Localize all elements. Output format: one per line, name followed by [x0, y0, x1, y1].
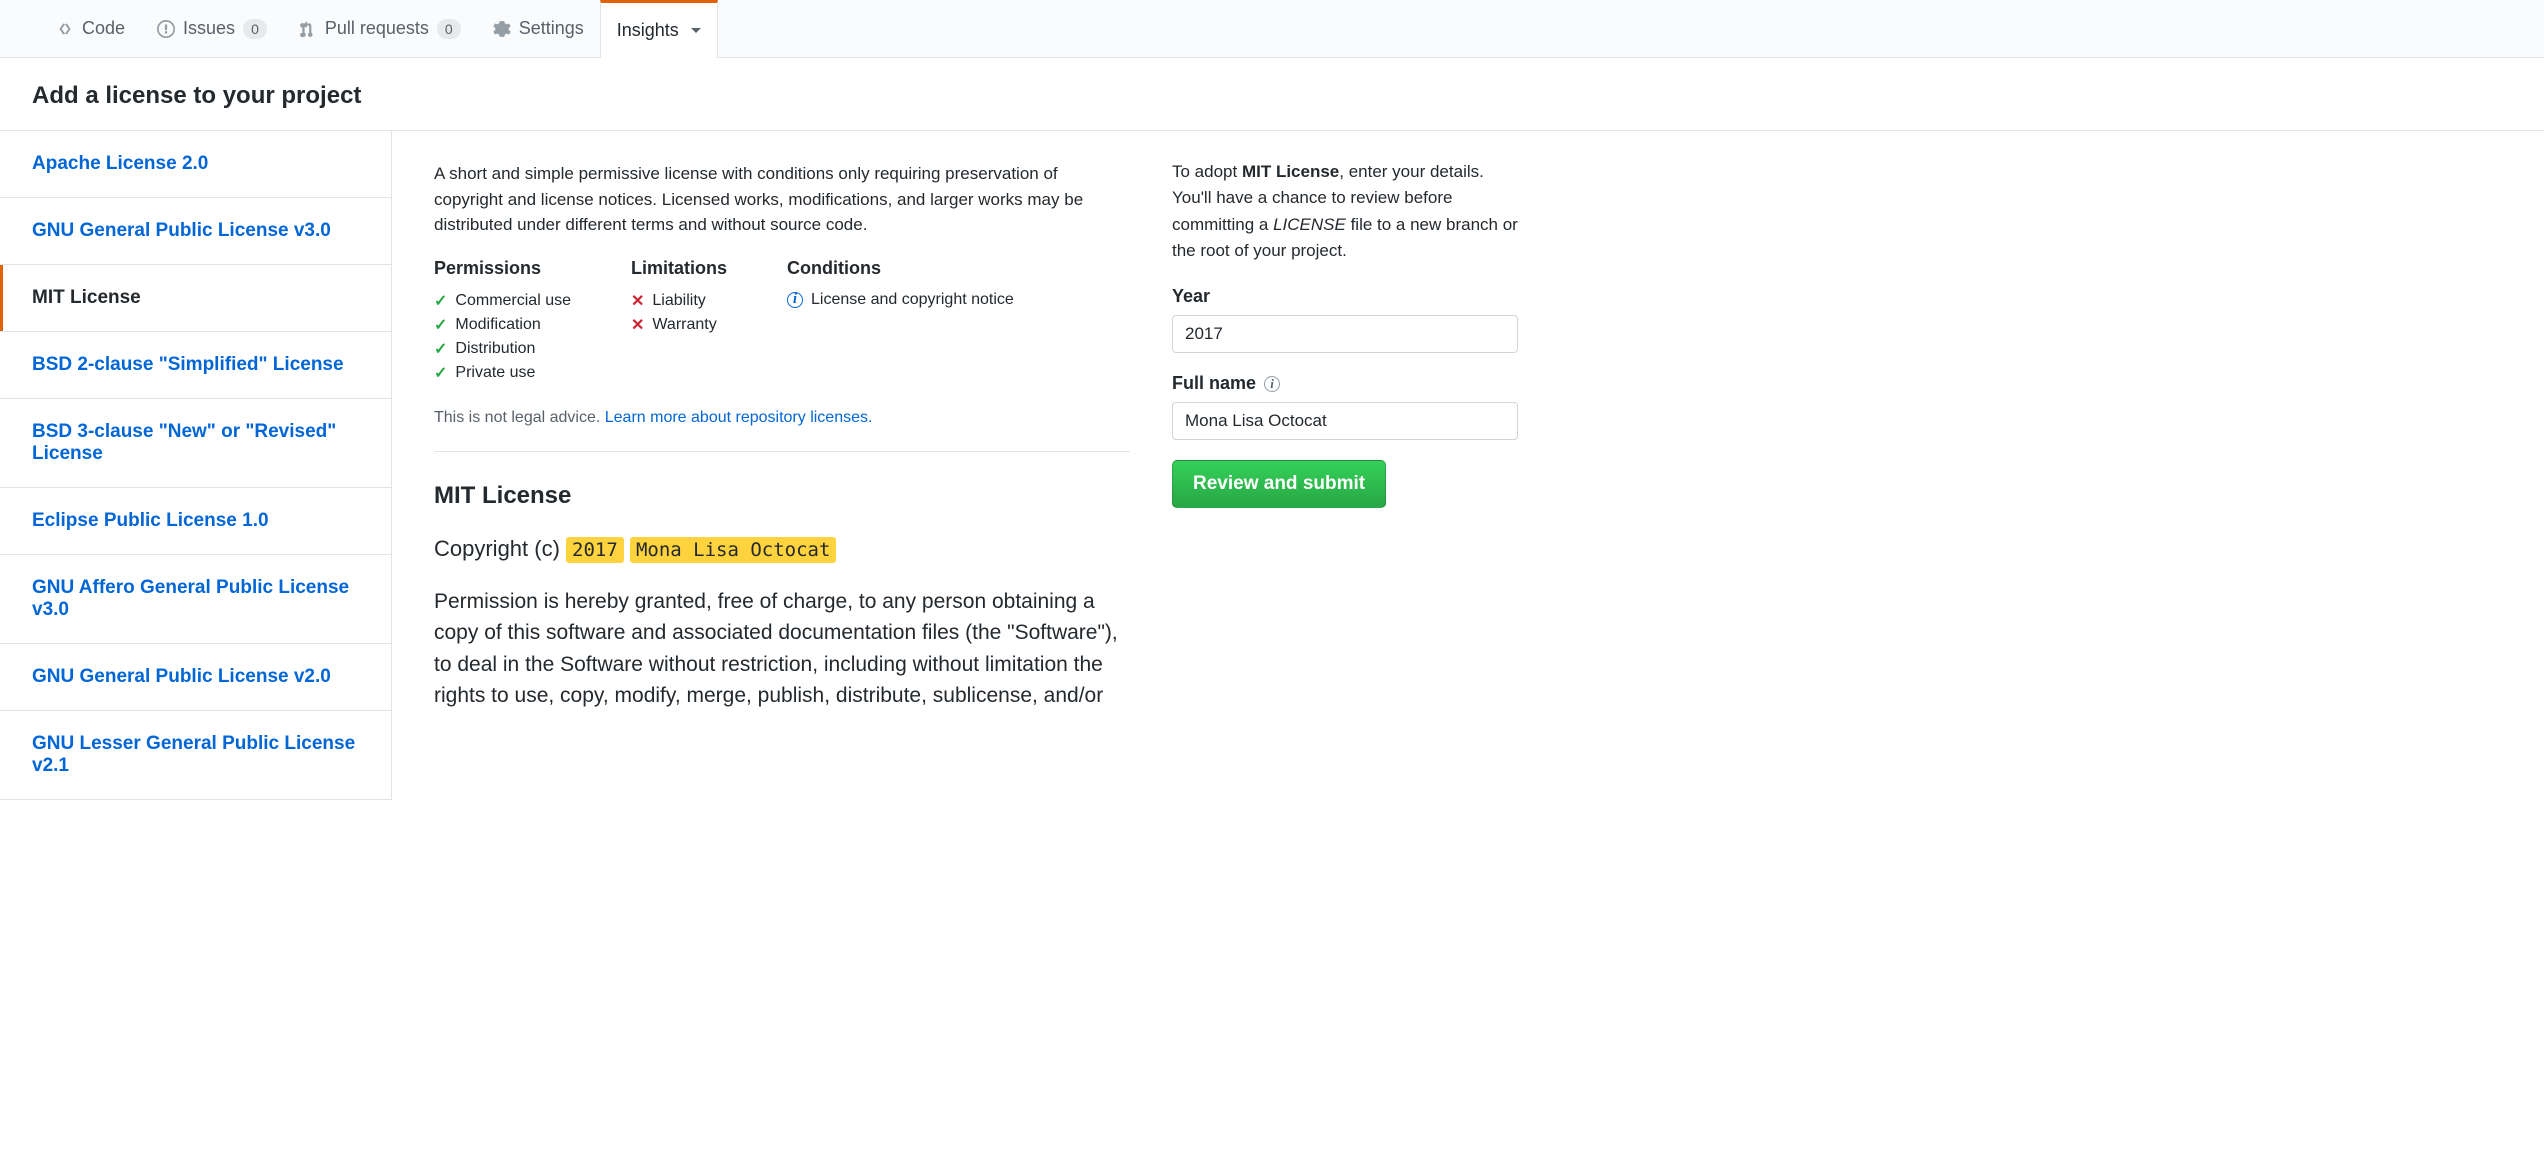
sidebar-item-license[interactable]: GNU General Public License v2.0: [0, 644, 391, 711]
rule-label: Distribution: [455, 340, 535, 358]
cross-icon: ✕: [631, 291, 644, 311]
pulls-count: 0: [437, 19, 461, 39]
copyright-prefix: Copyright (c): [434, 536, 566, 561]
conditions-heading: Conditions: [787, 258, 1014, 279]
issue-icon: [157, 20, 175, 38]
nav-settings[interactable]: Settings: [477, 0, 600, 58]
repo-nav: Code Issues 0 Pull requests 0 Settings I…: [0, 0, 2544, 58]
check-icon: ✓: [434, 339, 447, 359]
advice-link[interactable]: Learn more about repository licenses.: [605, 409, 873, 426]
hl-name: Mona Lisa Octocat: [630, 537, 836, 563]
issues-count: 0: [243, 19, 267, 39]
check-icon: ✓: [434, 315, 447, 335]
sidebar-item-license[interactable]: MIT License: [0, 265, 391, 332]
sidebar-item-license[interactable]: GNU General Public License v3.0: [0, 198, 391, 265]
rule-label: Modification: [455, 316, 540, 334]
rule-label: Commercial use: [455, 292, 571, 310]
rule-item: ✓ Private use: [434, 363, 571, 383]
adopt-text: To adopt MIT License, enter your details…: [1172, 159, 1518, 264]
year-label: Year: [1172, 286, 1518, 307]
sidebar-item-license[interactable]: Eclipse Public License 1.0: [0, 488, 391, 555]
permissions-heading: Permissions: [434, 258, 571, 279]
hl-year: 2017: [566, 537, 624, 563]
rule-label: Private use: [455, 364, 535, 382]
nav-label: Pull requests: [325, 18, 429, 39]
conditions-col: Conditions i License and copyright notice: [787, 258, 1014, 387]
permissions-col: Permissions ✓ Commercial use ✓ Modification…: [434, 258, 571, 387]
rule-item: ✕ Liability: [631, 291, 727, 311]
rule-item: ✓ Distribution: [434, 339, 571, 359]
fullname-input[interactable]: [1172, 402, 1518, 440]
license-rules: Permissions ✓ Commercial use ✓ Modification…: [434, 258, 1130, 387]
adopt-filename: LICENSE: [1273, 215, 1346, 234]
nav-code[interactable]: Code: [40, 0, 141, 58]
adopt-panel: To adopt MIT License, enter your details…: [1172, 131, 1542, 800]
check-icon: ✓: [434, 363, 447, 383]
sidebar-item-license[interactable]: BSD 3-clause "New" or "Revised" License: [0, 399, 391, 488]
nav-label: Insights: [617, 20, 679, 41]
sidebar-item-license[interactable]: Apache License 2.0: [0, 131, 391, 198]
cross-icon: ✕: [631, 315, 644, 335]
info-icon[interactable]: i: [1264, 376, 1280, 392]
rule-label: Liability: [652, 292, 705, 310]
name-label: Full name i: [1172, 373, 1518, 394]
adopt-license-name: MIT License: [1242, 162, 1339, 181]
nav-label: Settings: [519, 18, 584, 39]
code-icon: [56, 20, 74, 38]
rule-item: i License and copyright notice: [787, 291, 1014, 309]
nav-insights[interactable]: Insights: [600, 0, 718, 58]
legal-advice: This is not legal advice. Learn more abo…: [434, 409, 1130, 452]
sidebar-item-license[interactable]: GNU Lesser General Public License v2.1: [0, 711, 391, 800]
pr-icon: [299, 20, 317, 38]
sidebar-item-license[interactable]: GNU Affero General Public License v3.0: [0, 555, 391, 644]
rule-item: ✕ Warranty: [631, 315, 727, 335]
chevron-down-icon: [691, 28, 701, 33]
review-submit-button[interactable]: Review and submit: [1172, 460, 1386, 508]
year-input[interactable]: [1172, 315, 1518, 353]
limitations-col: Limitations ✕ Liability ✕ Warranty: [631, 258, 727, 387]
page-title: Add a license to your project: [0, 58, 2544, 131]
info-icon: i: [787, 292, 803, 308]
nav-pulls[interactable]: Pull requests 0: [283, 0, 477, 58]
copyright-line: Copyright (c) 2017 Mona Lisa Octocat: [434, 536, 1130, 562]
nav-issues[interactable]: Issues 0: [141, 0, 283, 58]
rule-item: ✓ Modification: [434, 315, 571, 335]
license-detail: A short and simple permissive license wi…: [392, 131, 1172, 800]
license-description: A short and simple permissive license wi…: [434, 161, 1130, 238]
nav-label: Issues: [183, 18, 235, 39]
limitations-heading: Limitations: [631, 258, 727, 279]
advice-text: This is not legal advice.: [434, 409, 605, 426]
rule-label: Warranty: [652, 316, 716, 334]
license-sidebar: Apache License 2.0GNU General Public Lic…: [0, 131, 392, 800]
sidebar-item-license[interactable]: BSD 2-clause "Simplified" License: [0, 332, 391, 399]
gear-icon: [493, 20, 511, 38]
rule-label: License and copyright notice: [811, 291, 1014, 309]
license-body: Permission is hereby granted, free of ch…: [434, 586, 1130, 712]
nav-label: Code: [82, 18, 125, 39]
license-title: MIT License: [434, 482, 1130, 510]
check-icon: ✓: [434, 291, 447, 311]
rule-item: ✓ Commercial use: [434, 291, 571, 311]
